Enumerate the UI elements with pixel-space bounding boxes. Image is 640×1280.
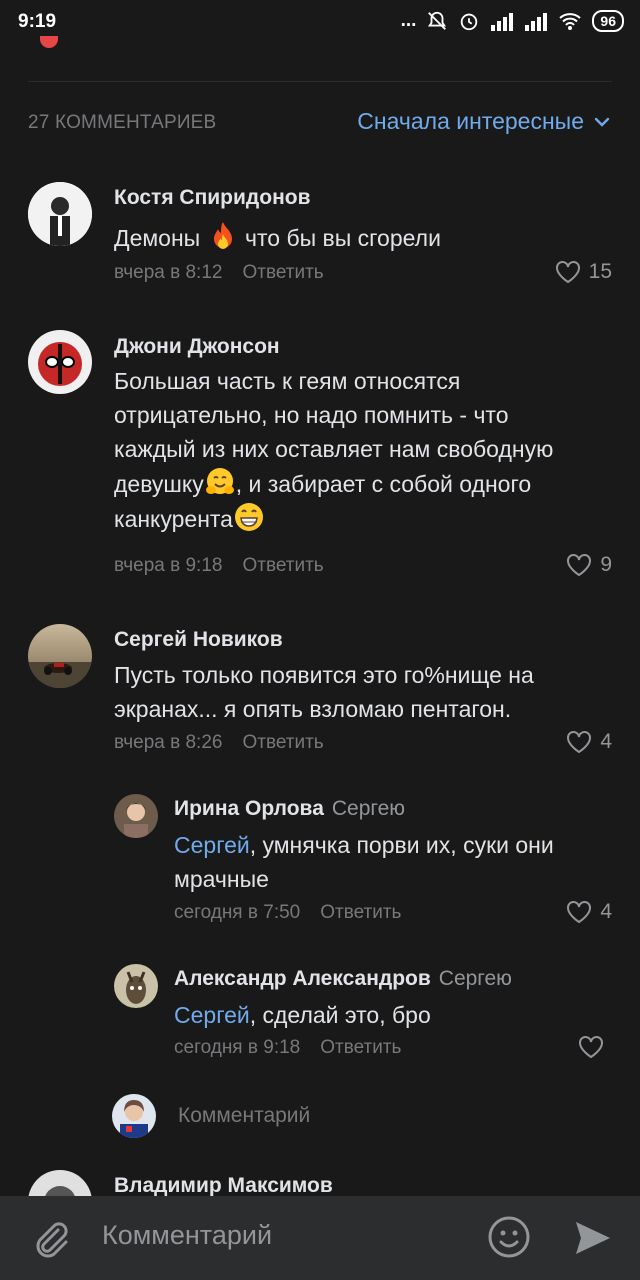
comment-text-part: Демоны [114,225,207,251]
comment-text-part: , сделай это, бро [249,1002,431,1028]
like-button[interactable]: 9 [566,553,612,577]
avatar [112,1094,156,1138]
mute-icon [428,11,447,30]
reply-to[interactable]: Сергею [332,797,405,820]
comment-text-part: что бы вы сгорели [238,225,441,251]
signal-icon [525,13,548,31]
comment-text: Большая часть к геям относятся отрицател… [114,364,584,536]
avatar[interactable] [114,794,158,838]
comments-header: 27 КОММЕНТАРИЕВ Сначала интересные [28,108,612,140]
like-button[interactable] [578,1035,612,1059]
sort-label: Сначала интересные [357,108,584,134]
sort-button[interactable]: Сначала интересные [357,108,612,135]
comment-author: Ирина Орлова Сергею [174,797,405,821]
heart-icon [567,731,592,754]
status-time: 9:19 [18,11,57,32]
comment-text: Демоны что бы вы сгорели [114,220,441,255]
comment-time: вчера в 9:18 [114,555,223,576]
comment-time: сегодня в 9:18 [174,1037,301,1058]
comment-time: сегодня в 7:50 [174,902,301,923]
author-name[interactable]: Александр Александров [174,967,431,990]
battery-indicator: 96 [592,10,624,32]
comment-composer: Комментарий [0,1196,640,1280]
chevron-down-icon [594,117,610,127]
fire-emoji [213,222,232,249]
reply-button[interactable]: Ответить [320,902,401,923]
heart-icon [567,901,592,924]
comment-author[interactable]: Сергей Новиков [114,628,283,652]
smile-icon[interactable] [486,1214,532,1260]
comments-count: 27 КОММЕНТАРИЕВ [28,112,217,133]
more-dots-icon: ... [400,10,417,31]
heart-icon [567,554,592,577]
attach-icon[interactable] [28,1216,72,1260]
comment-meta: вчера в 8:12 Ответить [114,262,324,284]
like-count: 15 [588,260,612,283]
heart-icon [555,261,580,284]
grin-emoji [234,503,263,531]
like-count: 4 [600,730,612,753]
comment-time: вчера в 8:12 [114,262,223,283]
previous-post-icon [40,36,58,48]
like-button[interactable]: 4 [566,730,612,754]
comment-meta: вчера в 8:26 Ответить [114,732,324,754]
heart-icon [579,1036,603,1059]
like-count: 9 [600,553,612,576]
send-icon[interactable] [570,1216,614,1260]
reply-button[interactable]: Ответить [242,555,323,576]
comment-meta: вчера в 9:18 Ответить [114,555,324,577]
like-count: 4 [600,900,612,923]
status-bar: 9:19 ... 96 [0,0,640,44]
comment-text: Пусть только появится это го%нище на экр… [114,662,534,722]
comment-input[interactable]: Комментарий [102,1220,272,1251]
wifi-icon [559,13,582,30]
mention-link[interactable]: Сергей [174,832,250,858]
comment-author[interactable]: Джони Джонсон [114,335,280,359]
comment-time: вчера в 8:26 [114,732,223,753]
comment-meta: сегодня в 7:50 Ответить [174,902,401,924]
reply-button[interactable]: Ответить [242,262,323,283]
comment-author[interactable]: Владимир Максимов [114,1174,333,1198]
avatar[interactable] [28,182,92,246]
thread-reply-placeholder: Комментарий [178,1104,311,1127]
avatar[interactable] [28,624,92,688]
comment-author: Александр Александров Сергею [174,967,512,991]
reply-button[interactable]: Ответить [242,732,323,753]
comment-meta: сегодня в 9:18 Ответить [174,1037,401,1059]
alarm-icon [461,13,478,31]
reply-to[interactable]: Сергею [439,967,512,990]
comment-text: Сергей, сделай это, бро [174,998,594,1032]
avatar[interactable] [114,964,158,1008]
like-button[interactable]: 4 [566,900,612,924]
reply-button[interactable]: Ответить [320,1037,401,1058]
status-icons: ... 96 [401,10,624,32]
divider [28,81,612,82]
comment-text: Сергей, умнячка порви их, суки они мрачн… [174,828,594,896]
avatar[interactable] [28,330,92,394]
like-button[interactable]: 15 [555,260,612,284]
mention-link[interactable]: Сергей [174,1002,250,1028]
signal-icon [491,13,514,31]
hug-emoji [205,468,234,494]
author-name[interactable]: Ирина Орлова [174,797,324,820]
comment-author[interactable]: Костя Спиридонов [114,186,311,210]
